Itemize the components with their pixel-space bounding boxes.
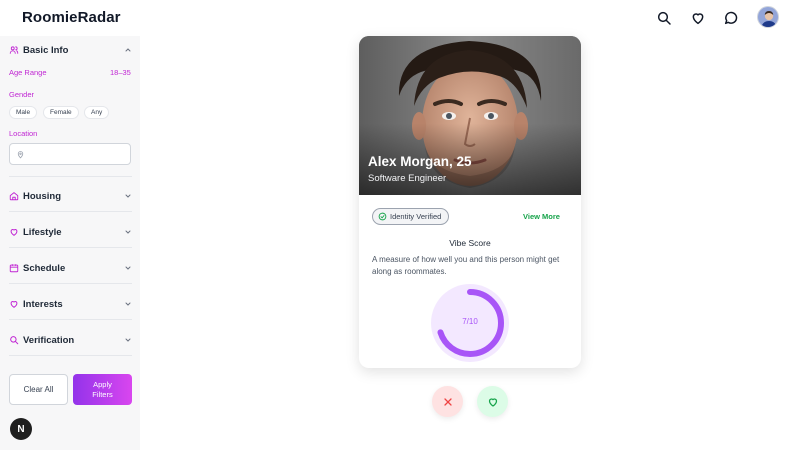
chevron-down-icon[interactable] (124, 336, 132, 344)
brand-logo[interactable]: RoomieRadar (22, 9, 121, 26)
home-icon (9, 191, 19, 201)
n-badge[interactable]: N (10, 418, 32, 440)
divider (9, 247, 132, 248)
clear-all-button[interactable]: Clear All (9, 374, 68, 405)
section-title: Basic Info (23, 44, 69, 56)
section-title: Interests (23, 298, 63, 310)
section-interests[interactable]: Interests (9, 295, 132, 313)
divider (9, 176, 132, 177)
location-input[interactable] (29, 150, 129, 158)
gender-chip-female[interactable]: Female (43, 106, 79, 119)
divider (9, 211, 132, 212)
users-icon (9, 45, 19, 55)
search-icon (9, 335, 19, 345)
chevron-down-icon[interactable] (124, 228, 132, 236)
profile-name: Alex Morgan, 25 (368, 154, 472, 169)
heart-icon (9, 227, 19, 237)
gender-chip-male[interactable]: Male (9, 106, 38, 119)
user-avatar[interactable] (757, 6, 779, 28)
age-range-label: Age Range (9, 68, 47, 77)
map-pin-icon (17, 150, 24, 158)
location-field[interactable] (9, 143, 131, 165)
section-verification[interactable]: Verification (9, 331, 132, 349)
view-more-link[interactable]: View More (523, 212, 560, 221)
location-label: Location (9, 129, 38, 138)
heart-icon (9, 299, 19, 309)
identity-verified-badge: Identity Verified (372, 208, 450, 225)
heart-icon (488, 397, 497, 407)
divider (9, 355, 132, 356)
profile-occupation: Software Engineer (368, 173, 447, 184)
gender-chip-any[interactable]: Any (84, 106, 110, 119)
chevron-up-icon[interactable] (124, 46, 132, 54)
heart-icon[interactable] (689, 9, 707, 27)
pass-button[interactable] (432, 386, 463, 417)
search-icon[interactable] (655, 9, 673, 27)
calendar-icon (9, 263, 19, 273)
vibe-score-description: A measure of how well you and this perso… (372, 255, 560, 277)
profile-card[interactable]: Alex Morgan, 25 Software Engineer Identi… (359, 36, 581, 368)
apply-filters-label: Apply Filters (92, 379, 113, 399)
gender-label: Gender (9, 90, 35, 99)
chevron-down-icon[interactable] (124, 264, 132, 272)
like-button[interactable] (477, 386, 508, 417)
chevron-down-icon[interactable] (124, 300, 132, 308)
check-circle-icon (378, 212, 387, 221)
section-schedule[interactable]: Schedule (9, 259, 132, 277)
app-header: RoomieRadar (0, 0, 800, 36)
chat-icon[interactable] (722, 9, 740, 27)
section-title: Lifestyle (23, 226, 62, 238)
section-title: Schedule (23, 262, 66, 274)
vibe-score-value: 7/10 (462, 317, 478, 326)
divider (9, 283, 132, 284)
section-lifestyle[interactable]: Lifestyle (9, 223, 132, 241)
age-range-value[interactable]: 18–35 (110, 68, 131, 77)
vibe-score-title: Vibe Score (449, 238, 491, 248)
apply-filters-button[interactable]: Apply Filters (73, 374, 132, 405)
chevron-down-icon[interactable] (124, 192, 132, 200)
section-title: Verification (23, 334, 75, 346)
divider (9, 319, 132, 320)
profile-photo (359, 36, 581, 195)
section-basic-info[interactable]: Basic Info (9, 41, 132, 59)
section-title: Housing (23, 190, 61, 202)
section-housing[interactable]: Housing (9, 187, 132, 205)
verified-label: Identity Verified (390, 212, 442, 221)
close-icon (443, 397, 452, 406)
